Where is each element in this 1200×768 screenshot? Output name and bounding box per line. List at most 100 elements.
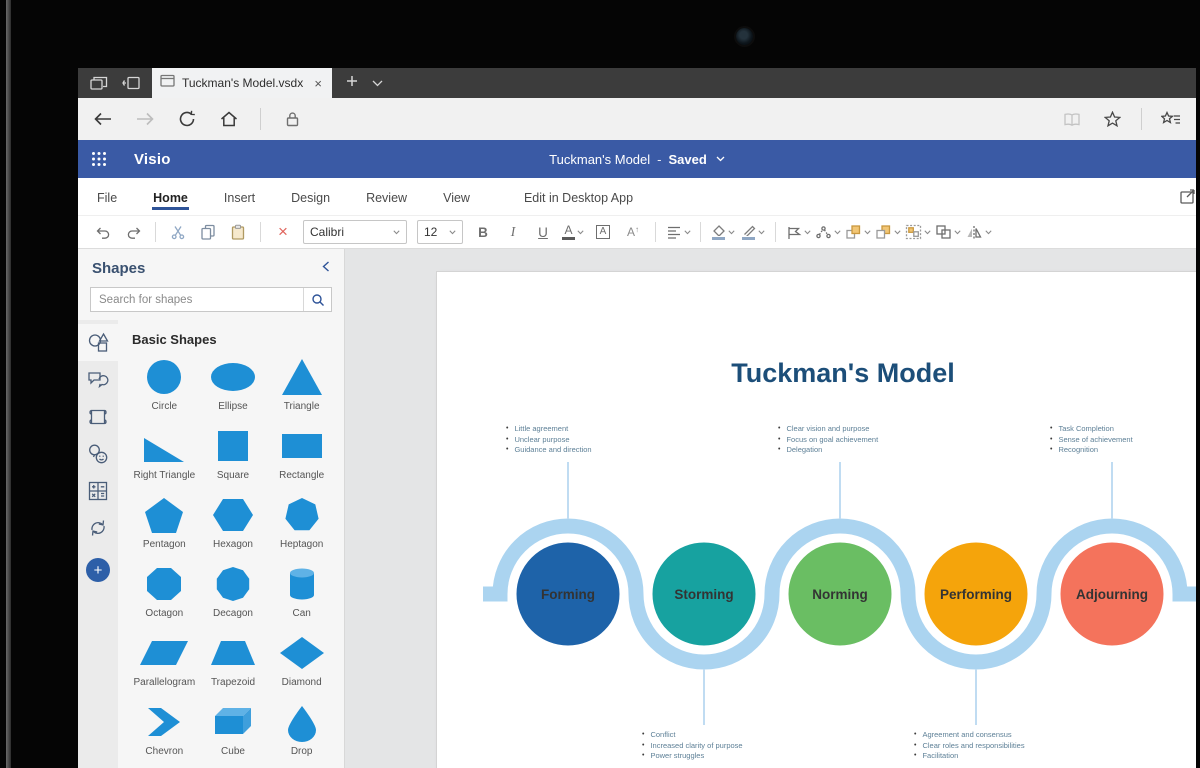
add-stencil-button[interactable]: + [86,558,110,582]
menu-view[interactable]: View [442,182,471,212]
fill-color-button[interactable] [710,219,736,245]
delete-button[interactable]: × [270,219,296,245]
tab-list-chevron-icon[interactable] [372,74,383,92]
dropdown-caret-icon [834,230,841,235]
dropdown-caret-icon [894,230,901,235]
bullet-dot: • [506,424,508,435]
stencil-shape-cube[interactable]: Cube [201,702,266,757]
stencil-shape-trapezoid[interactable]: Trapezoid [201,633,266,688]
arrow-style-button[interactable] [785,219,811,245]
stencil-tab-banners[interactable] [78,398,118,435]
stencil-shape-decagon[interactable]: Decagon [201,564,266,619]
menu-home[interactable]: Home [152,182,189,212]
stencil-section-title: Basic Shapes [132,332,334,347]
bullets-adjourning[interactable]: •Task Completion•Sense of achievement•Re… [1050,424,1196,456]
bullets-performing[interactable]: •Agreement and consensus•Clear roles and… [914,730,1064,762]
app-launcher-icon[interactable] [78,151,120,167]
stencil-shape-triangle[interactable]: Triangle [269,357,334,412]
stencil-shape-octagon[interactable]: Octagon [132,564,197,619]
font-color-button[interactable]: A [560,219,586,245]
stencil-tab-basic-shapes[interactable] [78,324,118,361]
stencil-shape-parallelogram[interactable]: Parallelogram [132,633,197,688]
menu-edit-in-desktop-app[interactable]: Edit in Desktop App [523,182,634,212]
combine-shapes-button[interactable] [935,219,961,245]
bullet-dot: • [778,435,780,446]
stencil-shape-diamond[interactable]: Diamond [269,633,334,688]
bullet-text: Unclear purpose [514,435,569,446]
stencil-shape-heptagon[interactable]: Heptagon [269,495,334,550]
shape-search-input[interactable] [91,288,303,311]
bullet-text: Little agreement [514,424,568,435]
bullet-text: Facilitation [922,751,958,762]
connector-points-button[interactable] [815,219,841,245]
text-box-button[interactable]: A [590,219,616,245]
tab-close-icon[interactable]: × [312,76,324,91]
bullet-dot: • [914,730,916,741]
stencil-tab-math-shapes[interactable] [78,472,118,509]
align-button[interactable] [665,219,691,245]
bullets-storming[interactable]: •Conflict•Increased clarity of purpose•P… [642,730,792,762]
stencil-tab-fun-shapes[interactable] [78,435,118,472]
home-icon[interactable] [218,108,240,130]
shape-label: Circle [152,401,178,412]
save-status[interactable]: Saved [669,152,707,167]
cut-button[interactable] [165,219,191,245]
send-backward-button[interactable] [875,219,901,245]
stencil-shape-circle[interactable]: Circle [132,357,197,412]
paste-button[interactable] [225,219,251,245]
group-button[interactable] [905,219,931,245]
status-chevron-icon[interactable] [716,156,725,162]
bold-button[interactable]: B [470,219,496,245]
undo-button[interactable] [90,219,116,245]
back-icon[interactable] [92,108,114,130]
flip-shape-button[interactable] [965,219,992,245]
share-icon[interactable] [1180,187,1200,210]
tab-preview-icon[interactable] [86,72,112,94]
menu-file[interactable]: File [96,182,118,212]
stencil-shape-pentagon[interactable]: Pentagon [132,495,197,550]
stencil-shape-hexagon[interactable]: Hexagon [201,495,266,550]
reading-view-icon[interactable] [1061,108,1083,130]
browser-tab[interactable]: Tuckman's Model.vsdx × [152,68,332,98]
stencil-shape-right-triangle[interactable]: Right Triangle [132,426,197,481]
toolbar-divider [775,222,776,242]
hub-icon[interactable] [1160,108,1182,130]
nav-divider [260,108,261,130]
menu-design[interactable]: Design [290,182,331,212]
collapse-panel-icon[interactable] [322,259,330,277]
grow-font-button[interactable]: A↑ [620,219,646,245]
stencil-tab-callouts[interactable] [78,361,118,398]
stencil-tab-cycle-shapes[interactable] [78,509,118,546]
stencil-shape-chevron[interactable]: Chevron [132,702,197,757]
stencil-shape-can[interactable]: Can [269,564,334,619]
font-family-select[interactable]: Calibri [303,220,407,244]
font-size-select[interactable]: 12 [417,220,463,244]
redo-button[interactable] [120,219,146,245]
italic-button[interactable]: I [500,219,526,245]
bring-forward-button[interactable] [845,219,871,245]
bullets-norming[interactable]: •Clear vision and purpose•Focus on goal … [778,424,928,456]
stencil-shape-ellipse[interactable]: Ellipse [201,357,266,412]
menu-insert[interactable]: Insert [223,182,256,212]
line-color-button[interactable] [740,219,766,245]
menu-review[interactable]: Review [365,182,408,212]
copy-button[interactable] [195,219,221,245]
underline-button[interactable]: U [530,219,556,245]
drawing-canvas[interactable]: Tuckman's Model FormingStormingNormingPe… [345,249,1196,768]
new-tab-button[interactable] [346,74,358,92]
title-separator: - [657,152,661,167]
refresh-icon[interactable] [176,108,198,130]
bullet-text: Guidance and direction [514,445,591,456]
shape-label: Triangle [284,401,320,412]
stencil-area: Basic Shapes Circle Ellipse Triangle Right … [118,320,344,768]
set-tabs-aside-icon[interactable] [118,72,144,94]
stencil-shape-drop[interactable]: Drop [269,702,334,757]
stencil-shape-rectangle[interactable]: Rectangle [269,426,334,481]
favorite-star-icon[interactable] [1101,108,1123,130]
drawing-page[interactable]: Tuckman's Model FormingStormingNormingPe… [437,272,1196,768]
stencil-shape-square[interactable]: Square [201,426,266,481]
bullets-forming[interactable]: •Little agreement•Unclear purpose•Guidan… [506,424,656,456]
bullet-text: Recognition [1058,445,1098,456]
search-icon[interactable] [303,288,331,311]
bullet-dot: • [1050,445,1052,456]
